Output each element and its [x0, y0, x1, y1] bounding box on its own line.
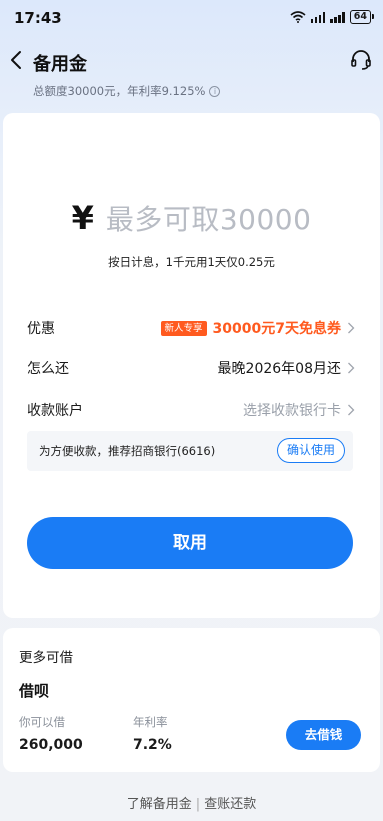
status-time: 17:43	[14, 9, 62, 27]
chevron-right-icon	[348, 404, 355, 416]
confirm-use-button[interactable]: 确认使用	[276, 438, 345, 463]
discount-row[interactable]: 优惠 新人专享 30000元7天免息券	[27, 317, 355, 339]
status-bar: 17:43 64	[0, 0, 383, 36]
coupon-value: 30000元7天免息券	[212, 321, 341, 337]
amount-input[interactable]: 最多可取30000	[106, 198, 312, 238]
chevron-right-icon	[348, 362, 355, 374]
discount-label: 优惠	[27, 321, 55, 337]
back-arrow-icon[interactable]	[6, 48, 28, 72]
footer-separator: |	[195, 797, 201, 812]
footer-links: 了解备用金 | 查账还款	[0, 793, 383, 812]
rate-value: 7.2%	[133, 737, 172, 753]
repay-row[interactable]: 怎么还 最晚2026年08月还	[27, 357, 355, 379]
rate-label: 年利率	[133, 715, 168, 729]
bank-recommendation: 为方便收款，推荐招商银行(6616) 确认使用	[27, 431, 353, 471]
wifi-icon	[290, 11, 306, 23]
product-name: 借呗	[19, 682, 50, 700]
recommendation-text: 为方便收款，推荐招商银行(6616)	[39, 444, 216, 458]
interest-note: 按日计息，1千元用1天仅0.25元	[108, 255, 275, 269]
select-bank-card: 选择收款银行卡	[243, 403, 341, 419]
withdraw-button[interactable]: 取用	[27, 517, 353, 569]
status-icons: 64	[290, 10, 375, 24]
nav-bar: 备用金	[0, 42, 383, 78]
chevron-right-icon	[348, 322, 355, 334]
page-title: 备用金	[33, 54, 87, 75]
credit-summary-text: 总额度30000元，年利率9.125%	[33, 84, 206, 98]
go-borrow-button[interactable]: 去借钱	[286, 720, 361, 750]
customer-service-icon[interactable]	[349, 48, 373, 72]
more-loans-title: 更多可借	[19, 650, 73, 666]
bills-link[interactable]: 查账还款	[204, 797, 256, 812]
learn-more-link[interactable]: 了解备用金	[127, 797, 192, 812]
account-label: 收款账户	[27, 403, 83, 419]
new-user-badge: 新人专享	[160, 320, 207, 336]
account-row[interactable]: 收款账户 选择收款银行卡	[27, 399, 355, 421]
signal-icon-2	[330, 11, 345, 23]
available-label: 你可以借	[19, 715, 65, 729]
battery-icon: 64	[349, 10, 375, 24]
currency-symbol: ¥	[71, 199, 94, 237]
repay-date: 最晚2026年08月还	[217, 361, 341, 377]
withdraw-card: ¥ 最多可取30000 按日计息，1千元用1天仅0.25元 优惠 新人专享 30…	[3, 113, 380, 618]
signal-icon	[310, 11, 326, 23]
info-icon[interactable]: i	[209, 85, 221, 97]
repay-label: 怎么还	[27, 361, 69, 377]
credit-summary: 总额度30000元，年利率9.125% i	[33, 83, 221, 99]
more-loans-card: 更多可借 借呗 你可以借 260,000 年利率 7.2% 去借钱	[3, 628, 380, 772]
available-amount: 260,000	[19, 737, 83, 753]
amount-input-row[interactable]: ¥ 最多可取30000	[3, 198, 380, 238]
